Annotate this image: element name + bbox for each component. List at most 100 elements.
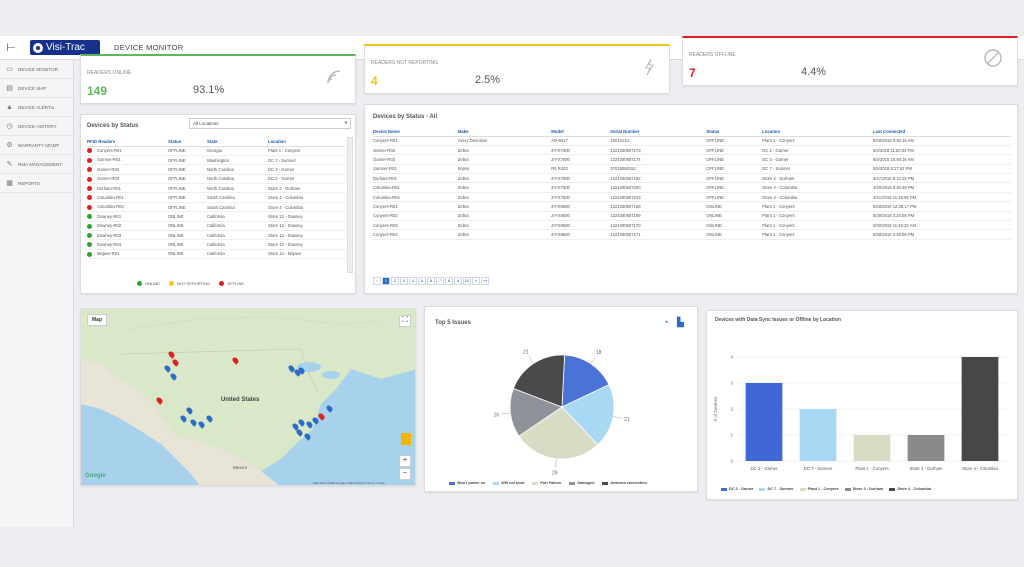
table-row[interactable]: Columbia-R01 OFFLINE South Carolina Store 4… [87, 192, 345, 203]
bar[interactable] [961, 357, 999, 461]
table-row[interactable]: Conyers-R03 Zebra Z-FX9500 1224300507170 ONL… [373, 220, 1011, 231]
device-map[interactable]: Map United States Mexico Google Map data… [80, 308, 416, 486]
bar[interactable] [745, 383, 783, 461]
cell-text: OFFLINE [168, 176, 186, 182]
legend-item[interactable]: Plant 1 - Conyers [799, 487, 839, 491]
table-row[interactable]: Columbia-R04 Zebra Z-FX7500 1224300507203 OF… [373, 192, 1011, 203]
sidebar-item-device-history[interactable]: ◷ DEVICE HISTORY [0, 117, 73, 136]
scrollbar[interactable] [347, 137, 353, 273]
legend-item[interactable]: DC 7 - Sumner [759, 487, 794, 491]
table-cell: Durham-R01 [373, 173, 458, 184]
pie-data-label: 16 [494, 413, 500, 419]
table-row[interactable]: Sumner-R01 OFFLINE Washington DC 7 - Sumner [87, 155, 345, 166]
pie-icon[interactable]: ◔ [663, 317, 668, 327]
table-row[interactable]: Downey-R03 ONLINE California Store 13 - Dow… [87, 230, 345, 241]
visi-trac-logo[interactable]: Visi-Trac [30, 40, 100, 55]
sidebar-item-reports[interactable]: ▦ REPORTS [0, 174, 73, 193]
table-row[interactable]: Durham-R01 OFFLINE North Carolina Store 2 -… [87, 183, 345, 194]
sidebar-item-rma-management[interactable]: ✎ RMA MANAGEMENT [0, 155, 73, 174]
legend-label: ONLINE [145, 281, 160, 286]
legend-item[interactable]: Store 2 - Durham [844, 487, 883, 491]
pie-label-line [555, 458, 557, 468]
cell-text: Plant 1 - Conyers [268, 148, 301, 154]
page-button[interactable]: 7 [436, 277, 444, 285]
pegman-icon[interactable] [401, 433, 411, 445]
column-header[interactable]: Device Name [373, 127, 458, 137]
table-row[interactable]: Columbia-R01 Zebra Z-FX7500 1224300507200 OF… [373, 182, 1011, 193]
page-button[interactable]: 9 [454, 277, 462, 285]
legend-item[interactable]: Store 4 - Columbia [889, 487, 931, 491]
page-button[interactable]: 8 [445, 277, 453, 285]
blocked-icon [983, 48, 1003, 71]
column-header[interactable]: RFID Readers [87, 137, 169, 147]
bar[interactable] [853, 435, 891, 461]
table-row[interactable]: Mojave-R01 ONLINE California Store 14 - Moj… [87, 249, 345, 260]
kpi-readers-offline[interactable]: READERS OFFLINE 7 4.4% [682, 36, 1018, 86]
column-header[interactable]: Location [762, 127, 873, 137]
legend-item[interactable]: Antenna connection [602, 481, 647, 485]
zoom-in-button[interactable]: + [399, 455, 411, 467]
legend-item[interactable]: Damaged [569, 481, 594, 485]
bar[interactable] [907, 435, 945, 461]
page-button[interactable]: 10 [463, 277, 471, 285]
legend-item[interactable]: Port Failure [532, 481, 561, 485]
table-row[interactable]: Sumner-R01 Impinj R5 R420 37015090152 OFFLIN… [373, 164, 1011, 175]
sidebar-item-warranty-mgmt[interactable]: ⚙ WARRANTY MGMT [0, 136, 73, 155]
table-row[interactable]: Downey-R04 ONLINE California Store 13 - Dow… [87, 239, 345, 250]
table-row[interactable]: Conyers-R01 Zebra Z-FX9500 1224300507168 ONL… [373, 201, 1011, 212]
column-header[interactable]: Make [457, 127, 552, 137]
table-row[interactable]: Downey-R01 ONLINE California Store 13 - Dow… [87, 211, 345, 222]
column-header[interactable]: Serial Number [610, 127, 707, 137]
table-row[interactable]: Conyers-R02 Zebra Z-FX9500 1224300507169 ONL… [373, 211, 1011, 222]
page-button[interactable]: ‹ [373, 277, 381, 285]
page-button[interactable]: »» [481, 277, 489, 285]
zoom-out-button[interactable]: − [399, 468, 411, 480]
sidebar-item-device-map[interactable]: ▤ DEVICE MAP [0, 79, 73, 98]
page-button[interactable]: 4 [409, 277, 417, 285]
table-cell: Garner-R02 [87, 164, 169, 175]
page-button[interactable]: » [472, 277, 480, 285]
fullscreen-icon[interactable]: ⛶ [399, 315, 411, 327]
kpi-readers-online[interactable]: READERS ONLINE 149 93.1% [80, 54, 356, 104]
table-row[interactable]: Garner-R02 OFFLINE North Carolina DC 2 - Ga… [87, 164, 345, 175]
google-logo: Google [85, 473, 106, 479]
kpi-readers-not-reporting[interactable]: READERS NOT REPORTING 4 2.5% [364, 44, 670, 94]
cell-text: Downey-R04 [97, 241, 122, 247]
page-button[interactable]: 1 [382, 277, 390, 285]
page-button[interactable]: 5 [418, 277, 426, 285]
column-header[interactable]: Status [706, 127, 763, 137]
table-cell: California [206, 239, 269, 250]
table-cell: Downey-R03 [87, 230, 169, 241]
legend-item[interactable]: Won't power on [449, 481, 485, 485]
column-header[interactable]: Model [551, 127, 611, 137]
table-row[interactable]: Durham-R01 Zebra Z-FX7500 1224300507192 OFFL… [373, 173, 1011, 184]
location-filter-select[interactable]: All Locations ▾ [189, 118, 351, 129]
table-row[interactable]: Garner-R03 Zebra Z-FX7500 1224300507174 OFFL… [373, 154, 1011, 165]
table-row[interactable]: Conyers-R01 OFFLINE Georgia Plant 1 - Conye… [87, 146, 345, 156]
legend-item[interactable]: Will not boot [493, 481, 524, 485]
page-button[interactable]: 6 [427, 277, 435, 285]
map-city-label: Mexico [233, 465, 248, 470]
page-button[interactable]: 3 [400, 277, 408, 285]
status-dot [87, 195, 92, 201]
legend-item[interactable]: DC 2 - Garner [721, 487, 753, 491]
collapse-icon[interactable]: ⊢ [0, 41, 22, 54]
table-row[interactable]: Downey-R02 ONLINE California Store 13 - Dow… [87, 221, 345, 232]
table-row[interactable]: Conyers-R04 Zebra Z-FX9500 1224300507171 ONL… [373, 229, 1011, 240]
bar[interactable] [799, 409, 837, 461]
table-row[interactable]: Garner-R03 OFFLINE North Carolina DC 2 - Ga… [87, 174, 345, 185]
map-type-button[interactable]: Map [87, 314, 107, 326]
column-header[interactable]: State [206, 137, 269, 147]
table-cell: 5/29/2018 3:24:56 PM [872, 211, 1011, 222]
table-row[interactable]: Columbia-R04 OFFLINE South Carolina Store 4… [87, 202, 345, 213]
bar-chart-icon[interactable]: ▙ [677, 317, 684, 328]
table-row[interactable]: Garner-R02 Zebra Z-FX7500 1224300507173 OFFL… [373, 145, 1011, 156]
page-button[interactable]: 2 [391, 277, 399, 285]
table-row[interactable]: Conyers-R01 Avery Dennison AD-9417 15010134… [373, 136, 1011, 146]
column-header[interactable]: Last Connected [872, 127, 1011, 137]
column-header[interactable]: Status [168, 137, 207, 147]
column-header[interactable]: Location [268, 137, 345, 147]
sidebar-item-device-alerts[interactable]: ▲ DEVICE ALERTS [0, 98, 73, 117]
sidebar-item-device-monitor[interactable]: ▭ DEVICE MONITOR [0, 60, 73, 79]
table-cell: 5/29/2018 12:28:17 PM [872, 201, 1011, 212]
